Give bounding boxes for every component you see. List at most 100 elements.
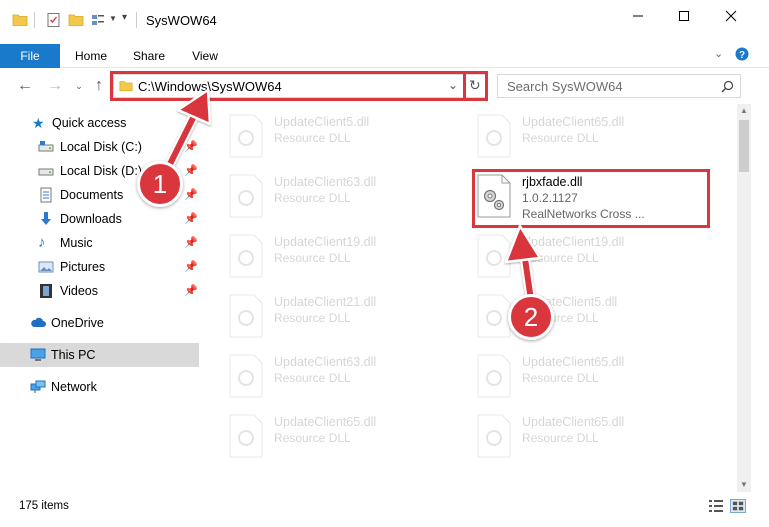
file-item[interactable]: UpdateClient5.dll Resource DLL	[218, 104, 458, 160]
file-name: UpdateClient63.dll	[274, 355, 377, 369]
file-item[interactable]: UpdateClient21.dll Resource DLL	[218, 284, 458, 340]
file-item[interactable]: UpdateClient19.dll Resource DLL	[218, 224, 458, 280]
properties-icon[interactable]	[46, 12, 62, 28]
drive-icon	[38, 141, 54, 152]
file-name: UpdateClient19.dll	[274, 235, 377, 249]
dll-file-icon	[477, 234, 511, 278]
tab-file[interactable]: File	[0, 44, 60, 68]
maximize-button[interactable]	[661, 0, 707, 32]
file-description: Resource DLL	[274, 131, 351, 145]
pictures-icon	[38, 261, 54, 273]
pin-icon[interactable]: 📌	[184, 164, 198, 177]
dll-file-icon	[477, 114, 511, 158]
maximize-icon	[679, 11, 689, 21]
quick-access-dropdown-icon[interactable]: ▾	[122, 12, 127, 23]
network-icon	[30, 380, 46, 393]
file-name: UpdateClient21.dll	[274, 295, 377, 309]
chevron-down-icon[interactable]: ▼	[109, 14, 117, 23]
nav-item-quick-access[interactable]: ★ Quick access	[0, 111, 199, 135]
dll-file-icon	[229, 174, 263, 218]
close-button[interactable]	[708, 0, 754, 32]
file-item[interactable]: UpdateClient63.dll Resource DLL	[218, 344, 458, 400]
address-bar-highlight	[110, 71, 488, 101]
pin-icon[interactable]: 📌	[184, 212, 198, 225]
pin-icon[interactable]: 📌	[184, 284, 198, 297]
nav-label: Videos	[60, 284, 98, 298]
file-item[interactable]: UpdateClient65.dll Resource DLL	[218, 404, 458, 460]
vertical-scrollbar[interactable]: ▲ ▼	[737, 104, 751, 492]
file-item[interactable]: UpdateClient65.dll Resource DLL	[466, 344, 706, 400]
file-name: UpdateClient19.dll	[522, 235, 625, 249]
file-item[interactable]: UpdateClient65.dll Resource DLL	[466, 404, 706, 460]
file-item[interactable]: UpdateClient19.dll Resource DLL	[466, 224, 706, 280]
nav-item-pictures[interactable]: Pictures 📌	[0, 255, 199, 279]
minimize-icon	[633, 15, 643, 17]
file-item[interactable]: UpdateClient63.dll Resource DLL	[218, 164, 458, 220]
search-input[interactable]: Search SysWOW64	[497, 74, 741, 98]
pin-icon[interactable]: 📌	[184, 236, 198, 249]
nav-label: OneDrive	[51, 316, 104, 330]
status-bar: 175 items	[0, 492, 769, 527]
scroll-up-icon[interactable]: ▲	[737, 104, 751, 118]
file-description: Resource DLL	[274, 251, 351, 265]
tab-view[interactable]: View	[178, 45, 232, 67]
nav-item-this-pc[interactable]: This PC	[0, 343, 199, 367]
scroll-down-icon[interactable]: ▼	[737, 478, 751, 492]
forward-arrow-icon[interactable]: →	[46, 77, 64, 95]
file-description: Resource DLL	[522, 431, 599, 445]
up-arrow-icon[interactable]: ↑	[90, 77, 108, 95]
file-name: UpdateClient65.dll	[522, 355, 625, 369]
nav-item-downloads[interactable]: Downloads 📌	[0, 207, 199, 231]
file-description: Resource DLL	[274, 191, 351, 205]
scroll-thumb[interactable]	[739, 120, 749, 172]
downloads-icon	[41, 212, 51, 225]
search-icon[interactable]	[721, 80, 734, 93]
expand-ribbon-icon[interactable]: ⌄	[714, 47, 723, 60]
file-name: UpdateClient65.dll	[274, 415, 377, 429]
ribbon-tabs: File Home Share View ⌄ ?	[0, 40, 769, 68]
file-name: UpdateClient65.dll	[522, 415, 625, 429]
pin-icon[interactable]: 📌	[184, 188, 198, 201]
nav-item-network[interactable]: Network	[0, 375, 199, 399]
dll-file-icon	[477, 354, 511, 398]
file-description: Resource DLL	[522, 371, 599, 385]
drive-icon	[38, 168, 54, 176]
file-name: UpdateClient5.dll	[274, 115, 370, 129]
search-placeholder: Search SysWOW64	[507, 79, 623, 94]
pin-icon[interactable]: 📌	[184, 260, 198, 273]
nav-item-music[interactable]: ♪ Music 📌	[0, 231, 199, 255]
window-title: SysWOW64	[146, 13, 217, 28]
nav-label: Pictures	[60, 260, 106, 274]
title-bar: ▼ ▾ SysWOW64	[0, 0, 769, 40]
nav-item-videos[interactable]: Videos 📌	[0, 279, 199, 303]
callout-1: 1	[137, 161, 183, 207]
help-icon[interactable]: ?	[735, 47, 749, 61]
nav-item-local-disk-c[interactable]: Local Disk (C:) 📌	[0, 135, 199, 159]
tab-home[interactable]: Home	[64, 45, 118, 67]
folder-icon	[12, 14, 28, 26]
nav-label: Downloads	[60, 212, 122, 226]
recent-locations-icon[interactable]: ⌄	[70, 77, 88, 95]
dll-file-icon	[229, 114, 263, 158]
details-view-icon[interactable]	[708, 499, 724, 513]
file-highlight	[472, 169, 710, 228]
dll-file-icon	[477, 414, 511, 458]
dll-file-icon	[229, 294, 263, 338]
nav-item-onedrive[interactable]: OneDrive	[0, 311, 199, 335]
callout-2: 2	[508, 294, 554, 340]
file-name: UpdateClient65.dll	[522, 115, 625, 129]
file-item[interactable]: UpdateClient65.dll Resource DLL	[466, 104, 706, 160]
nav-label: Local Disk (C:)	[60, 140, 142, 154]
documents-icon	[40, 187, 52, 203]
back-arrow-icon[interactable]: ←	[16, 77, 34, 95]
new-folder-icon[interactable]	[68, 12, 84, 28]
minimize-button[interactable]	[615, 0, 661, 32]
tiles-view-icon[interactable]	[730, 499, 746, 513]
file-item[interactable]: UpdateClient5.dll Resource DLL	[466, 284, 706, 340]
computer-icon	[30, 348, 46, 361]
music-icon: ♪	[38, 234, 46, 251]
pin-icon[interactable]: 📌	[184, 140, 198, 153]
nav-label: Quick access	[52, 116, 127, 130]
tab-share[interactable]: Share	[122, 45, 176, 67]
customize-icon[interactable]	[90, 12, 106, 28]
